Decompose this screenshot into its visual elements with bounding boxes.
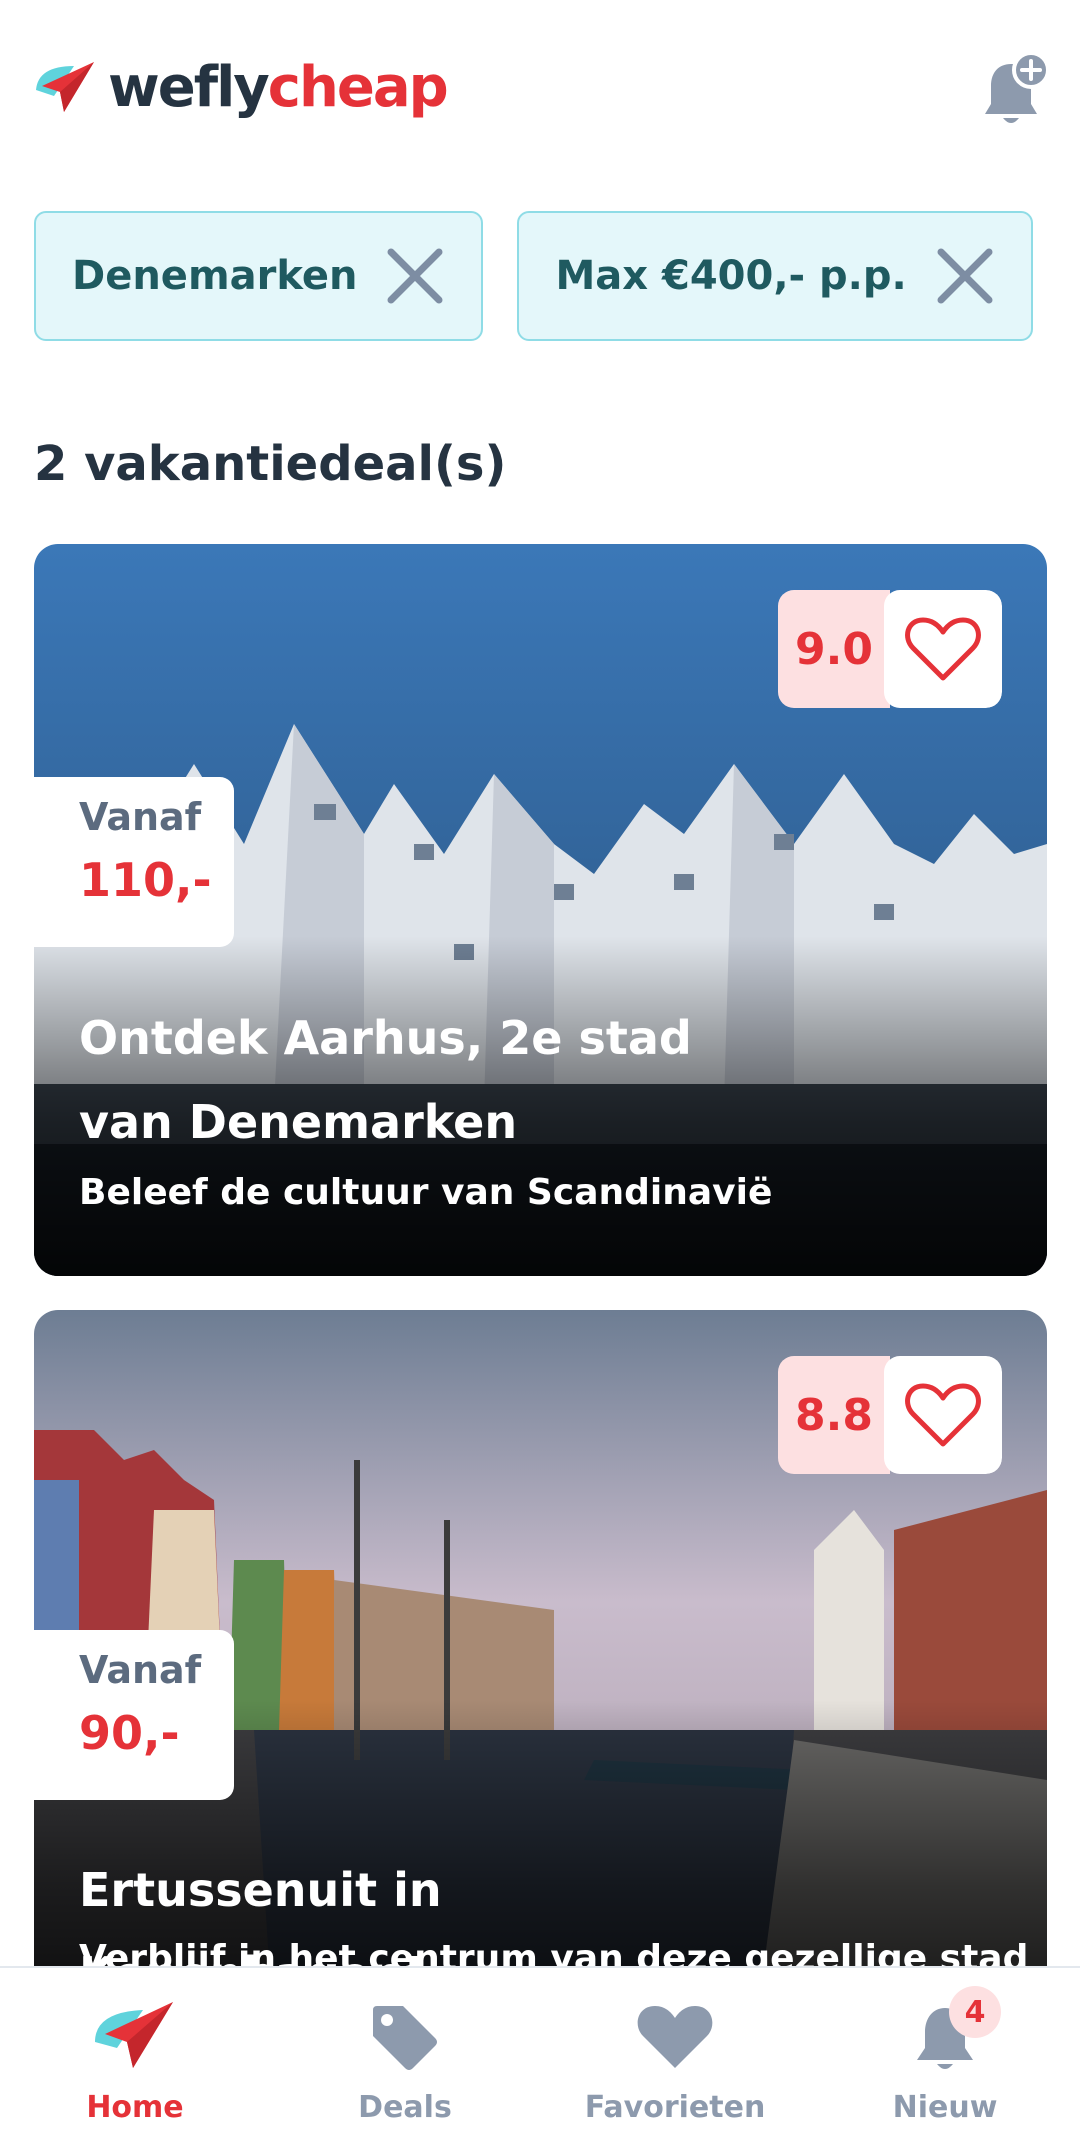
logo-text-wefly: wefly	[108, 55, 270, 120]
weflycheap-logo[interactable]: weflycheap	[34, 48, 449, 128]
nav-item-home[interactable]: Home	[0, 1968, 270, 2149]
nav-label: Home	[86, 2090, 184, 2125]
rating-favorite-group: 8.8	[778, 1356, 1002, 1474]
app-header: weflycheap	[0, 0, 1080, 170]
tag-icon	[373, 2006, 437, 2070]
deal-title: Ontdek Aarhus, 2e stad van Denemarken	[79, 1011, 692, 1149]
deal-card[interactable]: 9.0 Vanaf 110,- Ontdek Aarhus, 2e stad v…	[34, 544, 1047, 1276]
add-alert-bell-icon[interactable]	[975, 50, 1055, 130]
price-box: Vanaf 90,-	[34, 1630, 234, 1800]
plane-logo-icon	[36, 62, 94, 112]
favorite-button[interactable]	[884, 1356, 1002, 1474]
nav-label: Nieuw	[892, 2090, 998, 2125]
nav-item-favorites[interactable]: Favorieten	[540, 1968, 810, 2149]
price-box: Vanaf 110,-	[34, 777, 234, 947]
heart-icon	[637, 2006, 713, 2068]
nav-label: Deals	[358, 2090, 452, 2125]
nav-item-deals[interactable]: Deals	[270, 1968, 540, 2149]
filter-chip-price[interactable]: Max €400,- p.p.	[517, 211, 1033, 341]
filter-chip-country[interactable]: Denemarken	[34, 211, 484, 341]
price-value: 110,-	[79, 853, 212, 907]
heart-outline-icon	[905, 1383, 981, 1447]
nav-item-new[interactable]: 4 Nieuw	[810, 1968, 1080, 2149]
price-from-label: Vanaf	[79, 795, 202, 839]
price-from-label: Vanaf	[79, 1648, 202, 1692]
notification-count-badge: 4	[949, 1986, 1001, 2038]
logo-text-cheap: cheap	[267, 55, 449, 120]
bottom-navigation: Home Deals Favorieten 4 Nieuw	[0, 1966, 1080, 2149]
price-value: 90,-	[79, 1706, 180, 1760]
deal-card[interactable]: 8.8 Vanaf 90,- Ertussenuit in Kopenhagen…	[34, 1310, 1047, 2040]
active-filters: Denemarken Max €400,- p.p.	[34, 211, 1033, 341]
plane-logo-icon	[95, 2002, 173, 2068]
rating-badge: 8.8	[778, 1356, 890, 1474]
rating-badge: 9.0	[778, 590, 890, 708]
heart-outline-icon	[905, 617, 981, 681]
results-count: 2 vakantiedeal(s)	[34, 436, 507, 492]
nav-label: Favorieten	[584, 2090, 766, 2125]
favorite-button[interactable]	[884, 590, 1002, 708]
close-icon[interactable]	[935, 246, 995, 306]
logo-text: weflycheap	[108, 60, 449, 116]
filter-chip-label: Max €400,- p.p.	[555, 253, 907, 299]
close-icon[interactable]	[385, 246, 445, 306]
filter-chip-label: Denemarken	[72, 253, 358, 299]
rating-favorite-group: 9.0	[778, 590, 1002, 708]
deal-subtitle: Beleef de cultuur van Scandinavië	[79, 1172, 773, 1213]
